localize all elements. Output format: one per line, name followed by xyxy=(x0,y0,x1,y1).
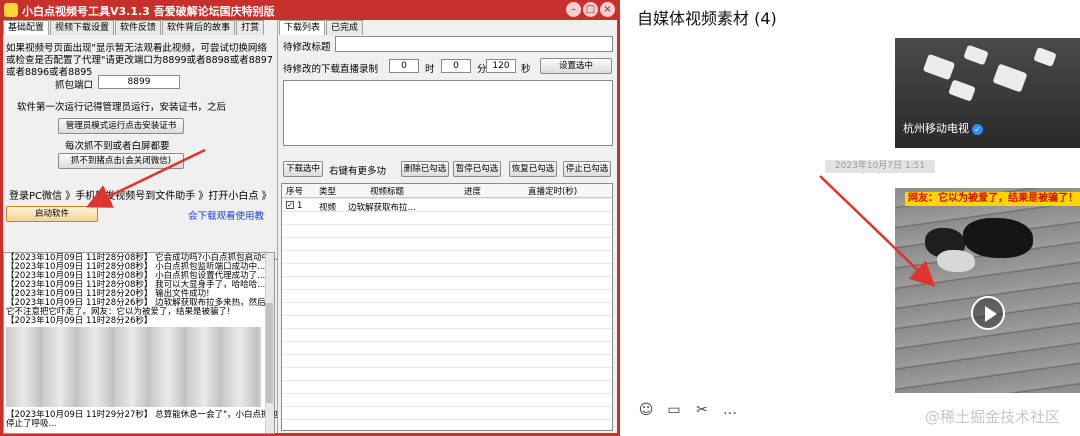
stop-checked-button[interactable]: 停止已勾选 xyxy=(563,161,611,177)
settings-tabs: 基础配置 视频下载设置 软件反馈 软件背后的故事 打赏 xyxy=(3,20,265,35)
window-title: 小白点视频号工具V3.1.3 吾爱破解论坛国庆特别版 xyxy=(22,5,275,18)
proxy-port-hint: 如果视频号页面出现"显示暂无法观看此视频，可尝试切换网络或检查是否配置了代理"请… xyxy=(6,43,273,78)
tab-video-download-settings[interactable]: 视频下载设置 xyxy=(50,20,115,35)
cert-note: 软件第一次运行记得管理员运行，安装证书，之后 xyxy=(17,102,227,113)
thumbnail-detail xyxy=(1033,47,1057,67)
delete-checked-button[interactable]: 删除已勾选 xyxy=(401,161,449,177)
port-label: 抓包端口 xyxy=(55,80,94,91)
hours-input[interactable]: 0 xyxy=(389,59,419,73)
grid-rows xyxy=(282,198,612,430)
maximize-icon[interactable]: □ xyxy=(583,2,598,17)
play-triangle xyxy=(985,306,997,322)
video-caption: 网友：它以为被爱了，结果是被骗了！ xyxy=(905,192,1080,206)
thumbnail-detail xyxy=(963,44,989,66)
col-title[interactable]: 视频标题 xyxy=(370,185,404,197)
chat-title: 自媒体视频素材 (4) xyxy=(637,9,777,28)
seconds-input[interactable]: 120 xyxy=(486,59,516,73)
col-live-timer[interactable]: 直播定时(秒) xyxy=(528,185,577,197)
app-window: 小白点视频号工具V3.1.3 吾爱破解论坛国庆特别版 – □ × 基础配置 视频… xyxy=(0,0,620,436)
minutes-input[interactable]: 0 xyxy=(441,59,471,73)
tutorial-link[interactable]: 会下载观看使用教 xyxy=(188,208,264,222)
download-tabs: 下载列表 已完成 xyxy=(279,20,364,35)
steps-text: 登录PC微信 》手机转发视频号到文件助手 》打开小白点 》 xyxy=(9,191,272,202)
thumbnail-detail xyxy=(922,53,956,81)
grid-header: 序号 类型 视频标题 进度 直播定时(秒) xyxy=(282,184,612,198)
row-index: 1 xyxy=(297,201,303,211)
blurred-log-region xyxy=(6,327,261,407)
channel-label: 杭州移动电视 ✓ xyxy=(903,120,983,136)
basic-config-panel: 如果视频号页面出现"显示暂无法观看此视频，可尝试切换网络或检查是否配置了代理"请… xyxy=(3,35,278,434)
app-logo-icon xyxy=(4,3,18,17)
resume-checked-button[interactable]: 恢复已勾选 xyxy=(509,161,557,177)
row-type: 视频 xyxy=(319,203,337,213)
col-progress[interactable]: 进度 xyxy=(464,185,481,197)
seconds-unit: 秒 xyxy=(521,64,531,75)
folder-icon[interactable]: ▭ xyxy=(666,402,682,418)
top-video-thumbnail[interactable]: 杭州移动电视 ✓ xyxy=(895,38,1080,148)
close-icon[interactable]: × xyxy=(600,2,615,17)
tab-basic-config[interactable]: 基础配置 xyxy=(3,20,50,35)
download-panel: 下载列表 已完成 待修改标题 待修改的下载直播录制 0 时 0 分 120 秒 … xyxy=(279,20,617,433)
log-line: 停止了呼吸... xyxy=(6,419,57,429)
set-selected-button[interactable]: 设置选中 xyxy=(540,58,612,74)
log-output: 【2023年10月09日 11时28分08秒】 它会成功吗?小白点抓包启动中..… xyxy=(3,252,278,434)
channel-name: 杭州移动电视 xyxy=(903,122,969,135)
scroll-thumb[interactable] xyxy=(266,303,273,403)
info-textarea[interactable] xyxy=(283,80,613,146)
tab-download-list[interactable]: 下载列表 xyxy=(279,20,326,35)
right-click-note: 右键有更多功 xyxy=(329,166,387,177)
start-software-button[interactable]: 启动软件 xyxy=(6,206,98,222)
tab-completed[interactable]: 已完成 xyxy=(326,20,364,35)
record-time-label: 待修改的下载直播录制 xyxy=(283,64,379,75)
thumbnail-detail xyxy=(948,79,976,102)
minimize-icon[interactable]: – xyxy=(566,2,581,17)
tab-donate[interactable]: 打赏 xyxy=(236,20,265,35)
title-bar: 小白点视频号工具V3.1.3 吾爱破解论坛国庆特别版 – □ × xyxy=(0,0,620,20)
title-field-label: 待修改标题 xyxy=(283,42,331,53)
video-frame-detail xyxy=(963,218,1033,258)
download-grid: 序号 类型 视频标题 进度 直播定时(秒) ✓ 1 视频 边软解获取布拉... xyxy=(281,183,613,431)
cant-grab-button[interactable]: 抓不到猪点击(会关闭微信) xyxy=(58,153,184,169)
message-timestamp: 2023年10月7日 1:51 xyxy=(825,160,935,173)
scissors-icon[interactable]: ✂ xyxy=(694,402,710,418)
row-title[interactable]: 边软解获取布拉... xyxy=(348,201,416,213)
log-line: 【2023年10月09日 11时28分26秒】 xyxy=(6,316,153,326)
port-input[interactable]: 8899 xyxy=(98,75,180,89)
thumbnail-detail xyxy=(992,63,1028,93)
retry-note: 每次抓不到或者白屏都要 xyxy=(65,141,170,152)
title-field[interactable] xyxy=(335,36,613,52)
download-selected-button[interactable]: 下载选中 xyxy=(283,161,323,177)
tab-story[interactable]: 软件背后的故事 xyxy=(162,20,236,35)
col-index[interactable]: 序号 xyxy=(286,185,303,197)
row-checkbox[interactable]: ✓ xyxy=(286,201,294,209)
col-type[interactable]: 类型 xyxy=(319,185,336,197)
panel-divider xyxy=(277,20,278,433)
pause-checked-button[interactable]: 暂停已勾选 xyxy=(453,161,501,177)
chat-bubble-icon[interactable]: … xyxy=(722,402,738,418)
video-frame-detail xyxy=(937,250,975,272)
watermark: @稀土掘金技术社区 xyxy=(925,408,1061,426)
play-icon[interactable] xyxy=(971,296,1005,330)
admin-install-cert-button[interactable]: 管理员模式运行点击安装证书 xyxy=(58,118,184,134)
window-client: 基础配置 视频下载设置 软件反馈 软件背后的故事 打赏 如果视频号页面出现"显示… xyxy=(3,20,617,434)
verified-icon: ✓ xyxy=(972,123,983,135)
emoji-icon[interactable]: ☺ xyxy=(638,402,654,418)
log-scrollbar[interactable] xyxy=(265,253,274,433)
main-video-thumbnail[interactable]: 网友：它以为被爱了，结果是被骗了！ xyxy=(895,188,1080,393)
tab-feedback[interactable]: 软件反馈 xyxy=(115,20,162,35)
hours-unit: 时 xyxy=(425,64,435,75)
